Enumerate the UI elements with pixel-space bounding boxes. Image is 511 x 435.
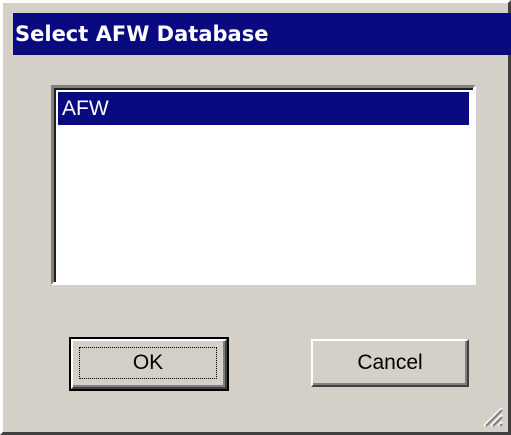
database-listbox[interactable]: AFW — [51, 85, 476, 285]
list-item-label: AFW — [62, 97, 109, 120]
dialog-window: Select AFW Database AFW OK Cancel — [0, 0, 511, 435]
window-title: Select AFW Database — [15, 22, 269, 46]
cancel-button[interactable]: Cancel — [311, 339, 469, 387]
ok-button[interactable]: OK — [69, 337, 229, 391]
list-item-afw[interactable]: AFW — [58, 92, 469, 125]
ok-button-label: OK — [132, 351, 164, 374]
title-bar[interactable]: Select AFW Database — [13, 13, 511, 55]
resize-grip-icon[interactable] — [480, 404, 504, 428]
focus-rect: OK — [79, 347, 217, 379]
cancel-button-label: Cancel — [357, 351, 423, 374]
